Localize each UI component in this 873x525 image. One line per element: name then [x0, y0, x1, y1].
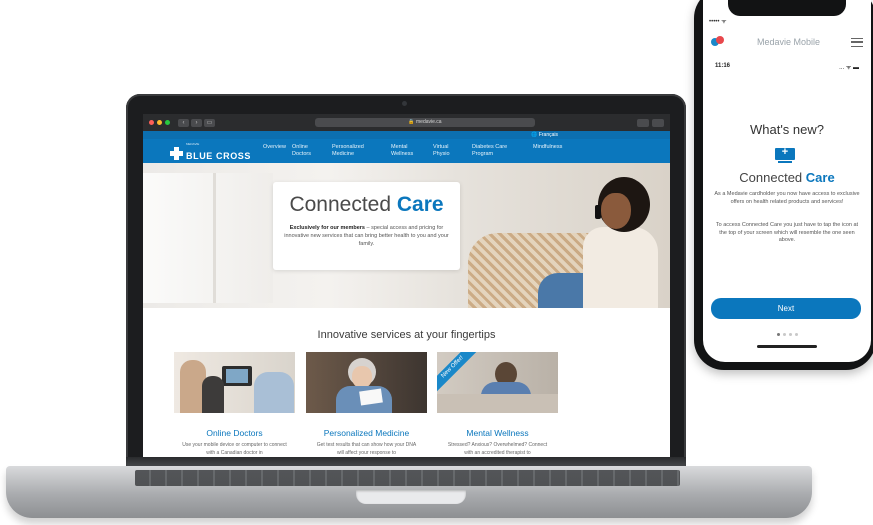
app-bar: Medavie Mobile	[703, 28, 871, 56]
status-icons: ... ᯤ ▬	[839, 65, 859, 71]
nav-online-doctors[interactable]: Online Doctors	[292, 144, 311, 158]
page-dot[interactable]	[794, 333, 798, 336]
forward-button[interactable]: ›	[191, 118, 202, 127]
page-dot[interactable]	[782, 333, 786, 336]
site-header: MEDAVIE BLUE CROSS Overview Online Doctor…	[143, 139, 670, 163]
service-label: Mental Wellness	[466, 428, 529, 438]
hero-window-image	[143, 173, 273, 303]
online-doctors-image	[174, 352, 295, 413]
browser-toolbar: ‹ › ▭ 🔒 medavie.ca	[143, 114, 670, 131]
service-card-online-doctors[interactable]: Online Doctors Use your mobile device or…	[174, 352, 295, 457]
connected-care-title: Connected Care	[739, 170, 835, 185]
nav-mindfulness[interactable]: Mindfulness	[533, 144, 562, 151]
hero-person-body	[583, 227, 658, 308]
laptop-keyboard	[135, 470, 680, 486]
history-buttons: ‹ › ▭	[178, 118, 215, 127]
url-text: medavie.ca	[416, 119, 442, 125]
new-tab-icon[interactable]	[652, 118, 664, 127]
whats-new-title: What's new?	[749, 122, 824, 137]
home-indicator[interactable]	[757, 345, 817, 348]
next-button[interactable]: Next	[711, 298, 861, 319]
menu-icon[interactable]	[851, 37, 863, 47]
hero-banner: Connected Care Exclusively for our membe…	[143, 163, 670, 308]
minimize-window-button[interactable]	[157, 120, 162, 125]
maximize-window-button[interactable]	[165, 120, 170, 125]
service-desc: Get test results that can show how your …	[316, 442, 417, 456]
page-indicator	[703, 333, 871, 336]
blue-cross-logo[interactable]: MEDAVIE BLUE CROSS	[170, 143, 251, 164]
service-label: Online Doctors	[206, 428, 263, 438]
service-label: Personalized Medicine	[323, 428, 410, 438]
phone-screen: ••••• ᯤ Medavie Mobile 11:16 ... ᯤ ▬ Wha…	[703, 0, 871, 362]
page-dot[interactable]	[776, 333, 780, 336]
intro-paragraph: As a Medavie cardholder you now have acc…	[714, 191, 860, 205]
connected-care-icon	[775, 146, 795, 164]
new-offer-ribbon: New Offer!	[437, 352, 479, 393]
status-time: 11:16	[715, 63, 731, 69]
nav-overview[interactable]: Overview	[263, 144, 286, 151]
services-title: Innovative services at your fingertips	[317, 329, 496, 341]
share-icon[interactable]	[637, 118, 649, 127]
page-dot[interactable]	[788, 333, 792, 336]
browser-actions	[637, 118, 664, 127]
language-link[interactable]: 🌐 Français	[531, 131, 558, 139]
hero-title: Connected Care	[289, 193, 444, 216]
medavie-logo-icon	[711, 36, 725, 48]
close-window-button[interactable]	[149, 120, 154, 125]
mental-wellness-image: New Offer!	[437, 352, 558, 413]
phone-notch	[728, 0, 846, 16]
service-card-personalized-medicine[interactable]: Personalized Medicine Get test results t…	[306, 352, 427, 457]
service-desc: Use your mobile device or computer to co…	[182, 442, 287, 456]
logo-text: BLUE CROSS	[186, 151, 252, 161]
nav-virtual-physio[interactable]: Virtual Physio	[433, 144, 450, 158]
sidebar-toggle-icon[interactable]: ▭	[204, 118, 215, 127]
cross-logo-icon	[170, 147, 183, 160]
laptop-screen: ‹ › ▭ 🔒 medavie.ca 🌐 Français MEDAVIE BL…	[143, 114, 670, 457]
back-button[interactable]: ‹	[178, 118, 189, 127]
service-desc: Stressed? Anxious? Overwhelmed? Connect …	[447, 442, 548, 456]
nav-mental-wellness[interactable]: Mental Wellness	[391, 144, 413, 158]
site-nav: Overview Online Doctors Personalized Medic…	[263, 142, 623, 162]
hero-phone-image	[595, 205, 601, 219]
logo-small-text: MEDAVIE	[186, 142, 200, 146]
instructions-paragraph: To access Connected Care you just have t…	[715, 222, 859, 243]
hero-text: Exclusively for our members – special ac…	[284, 225, 449, 247]
hero-person-face	[601, 193, 631, 229]
service-card-mental-wellness[interactable]: New Offer! Mental Wellness Stressed? Anx…	[437, 352, 558, 457]
app-title: Medavie Mobile	[757, 37, 821, 47]
address-bar[interactable]: 🔒 medavie.ca	[315, 118, 535, 127]
personalized-medicine-image	[306, 352, 427, 413]
nav-diabetes-care[interactable]: Diabetes Care Program	[472, 144, 507, 158]
webcam	[402, 101, 407, 106]
language-bar: 🌐 Français	[143, 131, 670, 139]
carrier-signal-icon: ••••• ᯤ	[709, 19, 727, 25]
hero-card: Connected Care Exclusively for our membe…	[273, 182, 460, 270]
laptop-notch	[356, 490, 466, 504]
nav-personalized-medicine[interactable]: Personalized Medicine	[332, 144, 364, 158]
window-controls	[149, 120, 170, 125]
stage: ‹ › ▭ 🔒 medavie.ca 🌐 Français MEDAVIE BL…	[0, 0, 873, 525]
